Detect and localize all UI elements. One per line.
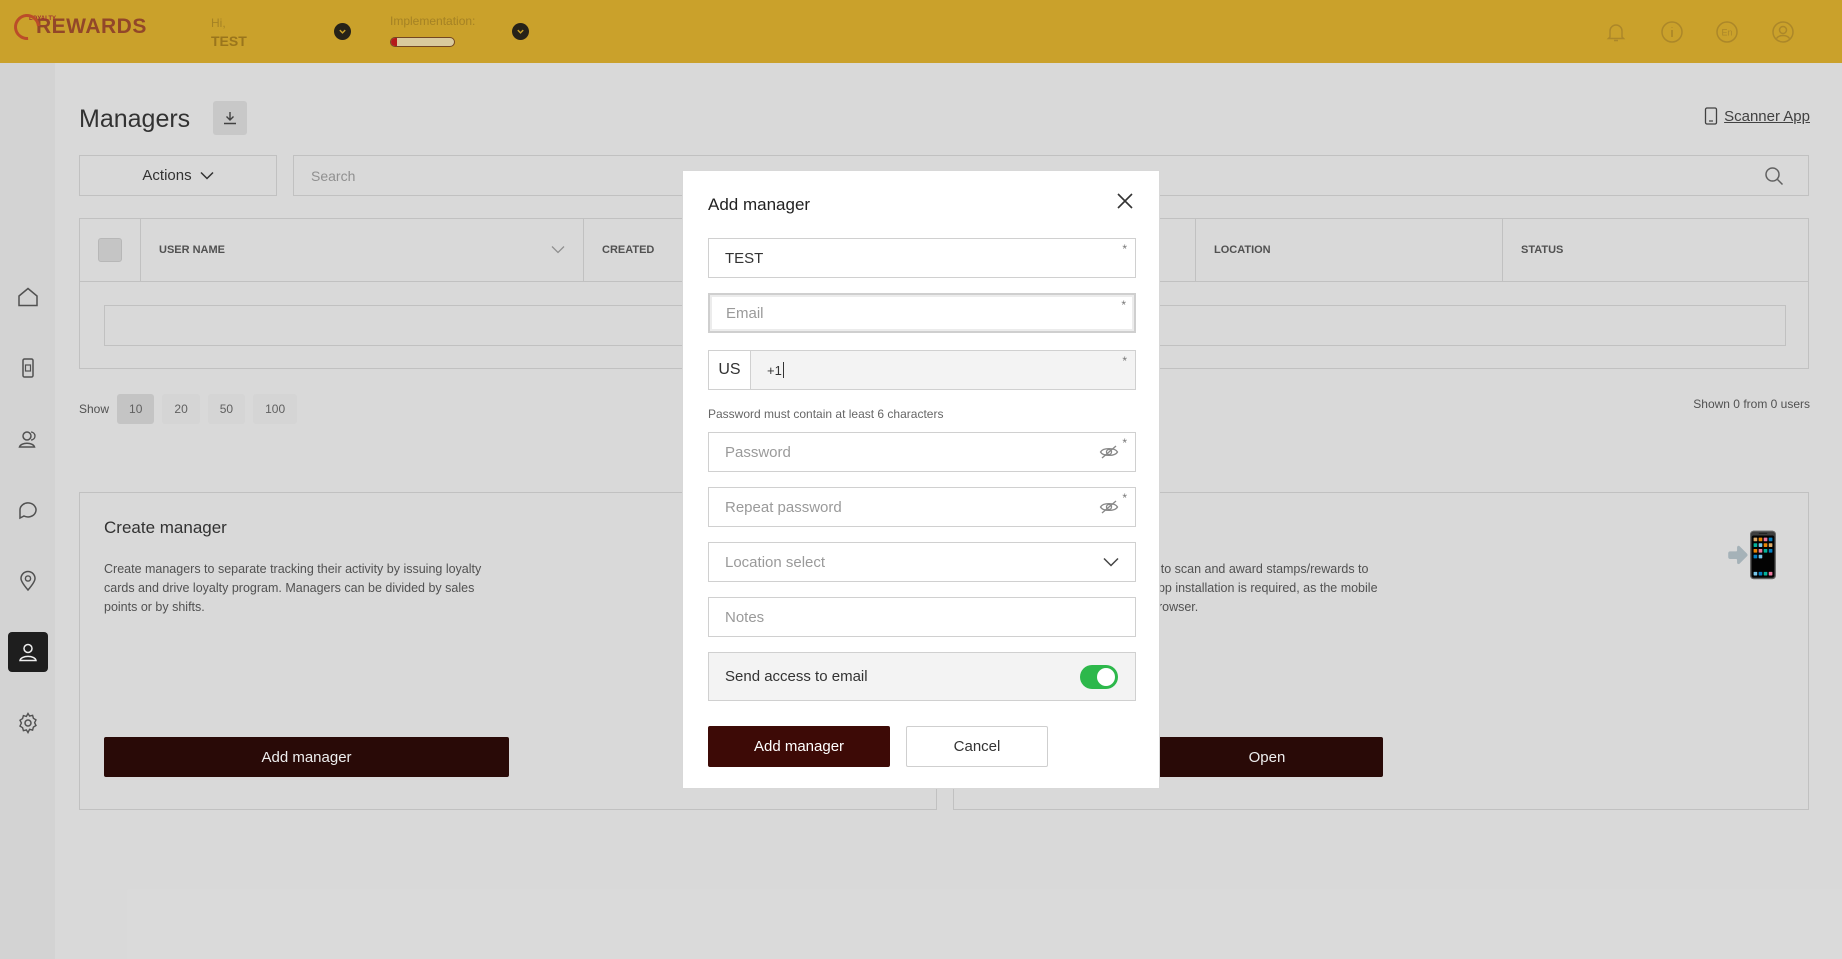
send-access-label: Send access to email [725, 668, 868, 685]
phone-value: +1 [767, 362, 782, 378]
required-mark: * [1122, 436, 1127, 450]
password-placeholder: Password [725, 443, 791, 461]
chevron-down-icon [1103, 557, 1119, 567]
add-manager-dialog: Add manager TEST * Email * US +1 * Passw… [682, 170, 1160, 789]
location-select[interactable]: Location select [708, 542, 1136, 582]
required-mark: * [1122, 491, 1127, 505]
phone-number-input[interactable]: +1 [751, 351, 1135, 389]
add-manager-button[interactable]: Add manager [708, 726, 890, 767]
cancel-button[interactable]: Cancel [906, 726, 1048, 767]
email-placeholder: Email [726, 304, 764, 322]
required-mark: * [1121, 298, 1126, 312]
name-field[interactable]: TEST * [708, 238, 1136, 278]
email-field[interactable]: Email * [708, 293, 1136, 333]
repeat-password-field[interactable]: Repeat password * [708, 487, 1136, 527]
location-placeholder: Location select [725, 553, 826, 571]
required-mark: * [1122, 354, 1127, 368]
name-value: TEST [725, 249, 764, 267]
password-hint: Password must contain at least 6 charact… [708, 407, 944, 421]
eye-off-icon[interactable] [1099, 499, 1119, 515]
dialog-title: Add manager [708, 195, 811, 214]
phone-field[interactable]: US +1 * [708, 350, 1136, 390]
eye-off-icon[interactable] [1099, 444, 1119, 460]
required-mark: * [1122, 242, 1127, 256]
notes-placeholder: Notes [725, 608, 765, 626]
text-cursor [782, 362, 784, 378]
notes-field[interactable]: Notes [708, 597, 1136, 637]
country-code-select[interactable]: US [709, 351, 751, 389]
send-access-toggle[interactable] [1080, 665, 1118, 689]
repeat-password-placeholder: Repeat password [725, 498, 842, 516]
send-access-row: Send access to email [708, 652, 1136, 701]
password-field[interactable]: Password * [708, 432, 1136, 472]
close-icon[interactable] [1115, 191, 1135, 211]
